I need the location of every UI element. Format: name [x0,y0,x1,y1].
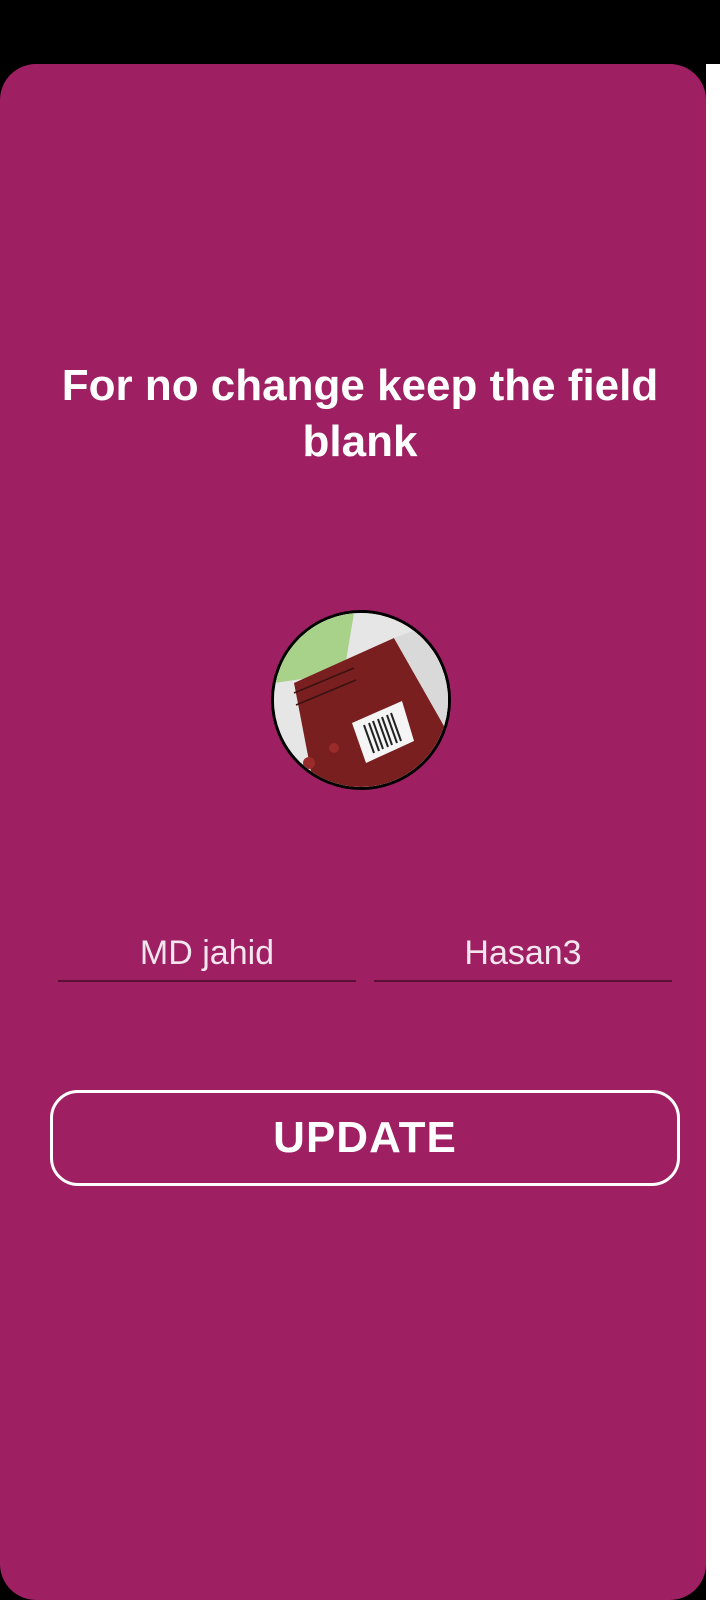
last-name-field[interactable] [374,928,672,982]
last-name-input[interactable] [374,928,672,978]
status-bar [0,0,720,64]
edit-profile-screen [0,64,706,1600]
profile-photo-icon [274,613,448,787]
first-name-input[interactable] [58,928,356,978]
first-name-field[interactable] [58,928,356,982]
avatar[interactable] [271,610,451,790]
page-title: For no change keep the field blank [61,361,659,466]
update-button[interactable]: UPDATE [50,1090,680,1186]
screen-edge [706,64,720,1600]
